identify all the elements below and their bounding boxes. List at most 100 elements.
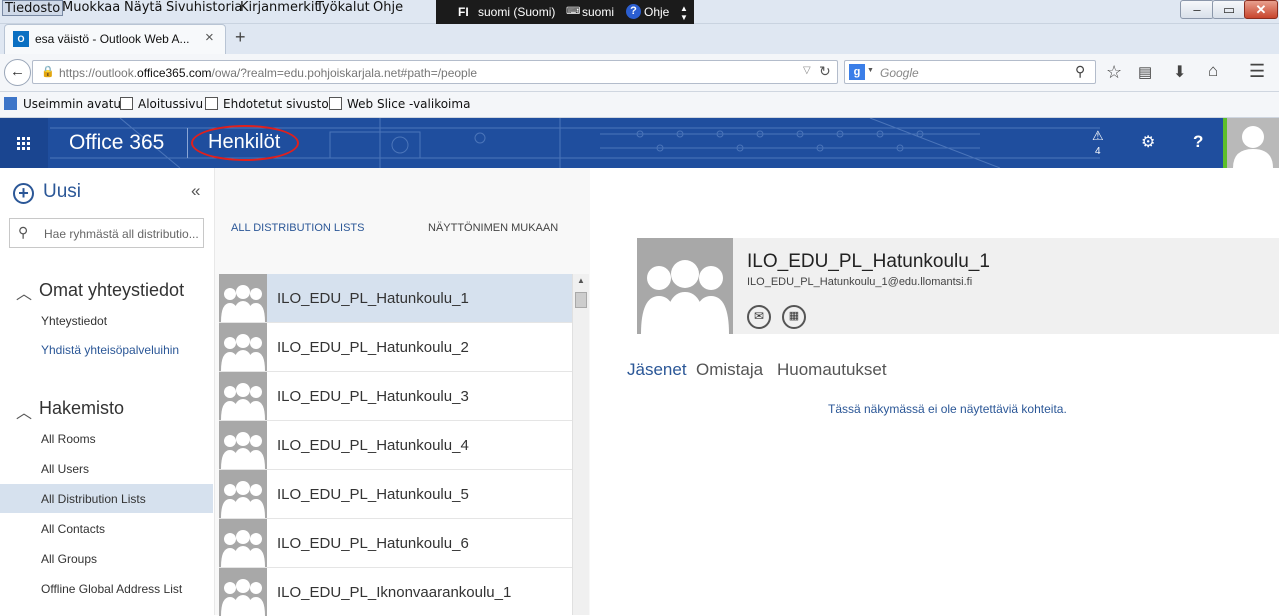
sidebar-item-connect-social[interactable]: Yhdistä yhteisöpalveluihin [41,343,179,357]
chevron-up-icon[interactable]: ︿ [16,280,32,304]
keyboard-name: suomi [582,5,615,19]
list-title[interactable]: ALL DISTRIBUTION LISTS [231,222,364,234]
search-placeholder: Google [880,66,919,80]
search-box[interactable]: g ▼ Google ⚲ [844,60,1096,84]
list-scrollbar[interactable]: ▲ [572,274,589,615]
maximize-button[interactable]: ▭ [1212,0,1246,19]
minimize-button[interactable]: – [1180,0,1214,19]
help-button[interactable]: ? [1173,118,1223,168]
tab-close-icon[interactable]: × [205,29,214,46]
page-icon [329,97,342,110]
menu-bookmarks[interactable]: Kirjanmerkit [240,0,320,16]
mail-icon[interactable]: ✉ [747,305,771,329]
list-item[interactable]: ILO_EDU_PL_Hatunkoulu_5 [219,470,572,519]
sidebar-item-all-rooms[interactable]: All Rooms [41,432,96,446]
list-sort[interactable]: NÄYTTÖNIMEN MUKAAN [428,222,558,234]
sidebar-item-all-groups[interactable]: All Groups [41,552,97,566]
page-icon [205,97,218,110]
group-avatar-icon [219,372,267,420]
chevron-up-icon[interactable]: ︿ [16,399,32,423]
menu-history[interactable]: Sivuhistoria [166,0,242,16]
scrollbar-thumb[interactable] [575,292,587,308]
search-icon: ⚲ [18,224,29,240]
menu-help[interactable]: Ohje [373,0,403,16]
outlook-favicon-icon: O [13,31,29,47]
group-avatar-icon [219,568,267,616]
collapse-sidebar-icon[interactable]: « [191,181,200,201]
url-bar[interactable]: 🔒 https://outlook.office365.com/owa/?rea… [32,60,838,84]
page-icon [120,97,133,110]
list-item-name: ILO_EDU_PL_Iknonvaarankoulu_1 [277,584,512,601]
chevron-icon[interactable]: ▲ ▼ [680,4,688,22]
back-button[interactable]: ← [4,59,31,86]
detail-email[interactable]: ILO_EDU_PL_Hatunkoulu_1@edu.llomantsi.fi [747,276,972,288]
app-launcher-button[interactable] [0,118,48,168]
list-item[interactable]: ILO_EDU_PL_Hatunkoulu_3 [219,372,572,421]
group-avatar-icon [219,470,267,518]
section-directory[interactable]: Hakemisto [39,398,124,419]
group-avatar-icon [219,274,267,322]
bookmark-suggested-sites[interactable]: Ehdotetut sivustot [205,97,333,111]
sidebar-item-all-distribution-lists[interactable]: All Distribution Lists [41,492,146,506]
group-avatar-icon [219,421,267,469]
sidebar-item-offline-gal[interactable]: Offline Global Address List [41,582,182,596]
sidebar-item-all-contacts[interactable]: All Contacts [41,522,105,536]
gear-icon: ⚙ [1141,134,1156,151]
alerts-button[interactable]: ⚠ 4 [1073,118,1123,168]
list-item[interactable]: ILO_EDU_PL_Hatunkoulu_6 [219,519,572,568]
detail-name: ILO_EDU_PL_Hatunkoulu_1 [747,251,990,272]
tab-owner[interactable]: Omistaja [696,360,763,380]
add-circle-icon: + [13,183,34,204]
new-label: Uusi [43,181,82,202]
header-divider [187,128,188,158]
new-tab-button[interactable]: + [235,27,246,48]
office365-header: Office 365 Henkilöt ⚠ 4 ⚙ ? [0,118,1279,168]
settings-button[interactable]: ⚙ [1123,118,1173,168]
reload-icon[interactable]: ↻ [819,63,831,80]
language-help[interactable]: Ohje [644,5,669,19]
menu-icon[interactable]: ☰ [1249,61,1265,82]
scroll-up-icon[interactable]: ▲ [575,276,587,288]
language-bar[interactable]: FI suomi (Suomi) ⌨ suomi ? Ohje ▲ ▼ [436,0,694,24]
alert-icon: ⚠ [1092,128,1104,143]
empty-message: Tässä näkymässä ei ole näytettäviä kohte… [828,402,1067,416]
search-engine-dropdown-icon[interactable]: ▼ [867,67,874,74]
highlight-ellipse [191,125,299,161]
tab-members[interactable]: Jäsenet [627,360,687,380]
url-dropdown-icon[interactable]: ▽ [803,65,811,76]
sidebar-search-placeholder: Hae ryhmästä all distributio... [44,227,199,241]
close-window-button[interactable]: ✕ [1244,0,1278,19]
list-item[interactable]: ILO_EDU_PL_Hatunkoulu_1 [219,274,572,323]
calendar-icon[interactable]: ▦ [782,305,806,329]
bookmark-most-visited[interactable]: Useimmin avatut [4,97,126,111]
list-item[interactable]: ILO_EDU_PL_Iknonvaarankoulu_1 [219,568,572,616]
home-icon[interactable]: ⌂ [1208,61,1218,81]
download-icon[interactable]: ⬇ [1173,62,1186,82]
help-circle-icon: ? [626,4,641,19]
bookmark-web-slice[interactable]: Web Slice -valikoima [329,97,470,111]
menu-file[interactable]: Tiedosto [2,0,64,16]
list-item[interactable]: ILO_EDU_PL_Hatunkoulu_2 [219,323,572,372]
section-my-contacts[interactable]: Omat yhteystiedot [39,280,184,301]
google-icon[interactable]: g [849,64,865,80]
list-item-name: ILO_EDU_PL_Hatunkoulu_1 [277,290,469,307]
office365-brand[interactable]: Office 365 [69,131,164,155]
bookmark-start-page[interactable]: Aloitussivu [120,97,203,111]
tab-notes[interactable]: Huomautukset [777,360,887,380]
browser-tab[interactable]: O esa väistö - Outlook Web A... × [4,24,226,54]
menu-edit[interactable]: Muokkaa [62,0,120,16]
sidebar-search-input[interactable]: ⚲ Hae ryhmästä all distributio... [9,218,204,248]
user-avatar[interactable] [1227,118,1279,168]
sidebar-item-all-users[interactable]: All Users [41,462,89,476]
reading-list-icon[interactable]: ▤ [1138,63,1152,81]
sidebar-item-contacts[interactable]: Yhteystiedot [41,314,107,328]
group-avatar-icon [219,519,267,567]
avatar-person-icon [1233,126,1273,168]
list-item-name: ILO_EDU_PL_Hatunkoulu_5 [277,486,469,503]
list-item-name: ILO_EDU_PL_Hatunkoulu_2 [277,339,469,356]
search-icon[interactable]: ⚲ [1075,63,1085,80]
menu-view[interactable]: Näytä [124,0,162,16]
menu-tools[interactable]: Työkalut [316,0,370,16]
bookmark-star-icon[interactable]: ☆ [1106,62,1122,83]
list-item[interactable]: ILO_EDU_PL_Hatunkoulu_4 [219,421,572,470]
